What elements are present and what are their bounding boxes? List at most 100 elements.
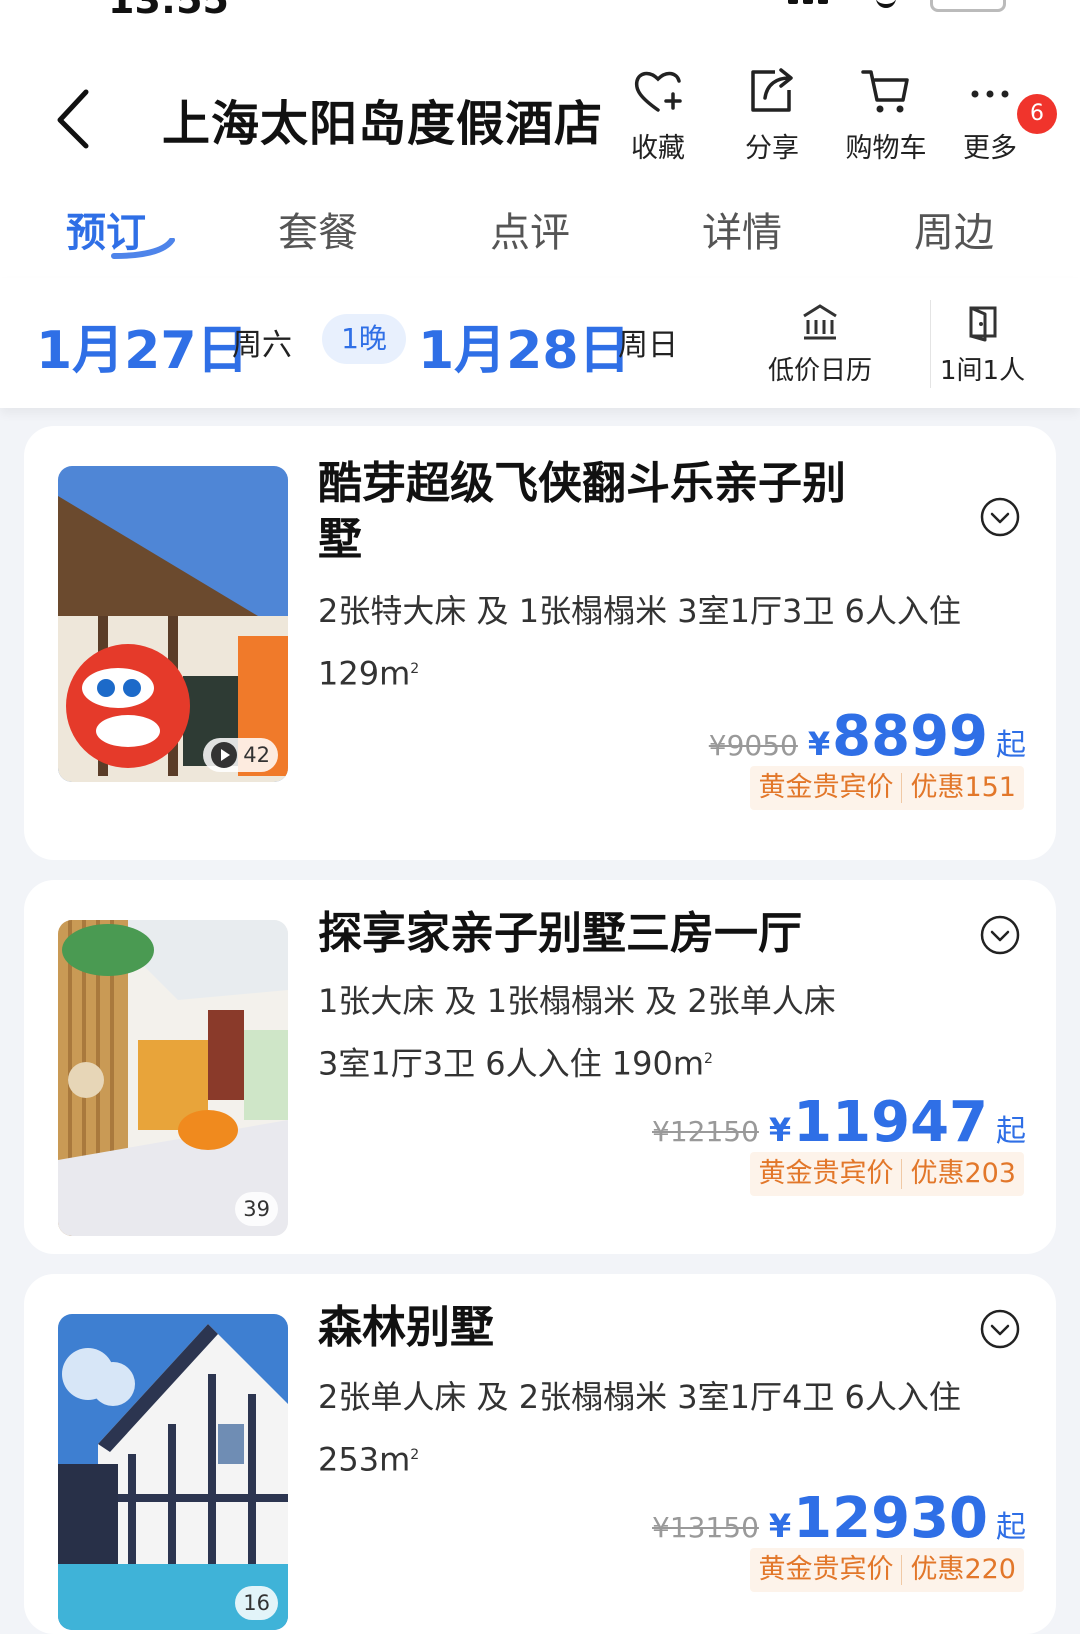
- room-photo-image: [58, 920, 288, 1236]
- favorite-label: 收藏: [631, 133, 685, 164]
- page-title: 上海太阳岛度假酒店: [162, 96, 604, 152]
- cart-label: 购物车: [845, 133, 927, 164]
- battery-icon: [930, 0, 1006, 12]
- media-count: 16: [235, 1586, 278, 1620]
- price-row: ¥13150 ¥ 12930 起: [652, 1486, 1026, 1551]
- media-count-value: 16: [243, 1591, 270, 1615]
- media-count-value: 39: [243, 1197, 270, 1221]
- room-name: 酷芽超级飞侠翻斗乐亲子别墅: [318, 456, 878, 568]
- room-name-line: 探享家亲子别墅三房一厅: [318, 908, 802, 959]
- play-icon: [211, 742, 238, 768]
- tab-bar: 预订 套餐 点评 详情 周边: [0, 190, 1080, 278]
- media-count: 39: [235, 1192, 278, 1226]
- price-suffix: 起: [996, 1510, 1026, 1545]
- tab-details[interactable]: 详情: [702, 200, 782, 258]
- member-discount-tag: 黄金贵宾价 优惠220: [750, 1548, 1024, 1592]
- tab-packages[interactable]: 套餐: [278, 200, 358, 258]
- share-icon: [751, 68, 793, 112]
- room-photo[interactable]: 16: [58, 1314, 288, 1630]
- date-selector: 1月27日 周六 1晚 1月28日 周日 低价日历 1间1人: [0, 278, 1080, 408]
- share-button[interactable]: 分享: [722, 64, 822, 165]
- room-card[interactable]: 16 森林别墅 2张单人床 及 2张榻榻米 3室1厅4卫 6人入住 253m2 ¥…: [24, 1274, 1056, 1634]
- room-name: 探享家亲子别墅三房一厅: [318, 906, 878, 962]
- media-count: 42: [203, 738, 278, 772]
- back-button[interactable]: [52, 84, 112, 154]
- divider: [901, 773, 903, 803]
- status-bar: 13:55: [0, 0, 1080, 40]
- member-price-label: 黄金贵宾价: [758, 772, 894, 803]
- checkout-date[interactable]: 1月28日: [418, 308, 631, 383]
- expand-button[interactable]: [979, 496, 1021, 538]
- divider: [901, 1159, 903, 1189]
- current-price: 11947: [793, 1090, 988, 1155]
- chevron-left-icon: [57, 89, 89, 149]
- room-guest-button[interactable]: 1间1人: [940, 302, 1025, 387]
- wifi-icon: [876, 0, 896, 8]
- room-name-line: 酷芽超级飞侠翻斗乐亲子别: [318, 458, 846, 509]
- currency-symbol: ¥: [768, 1111, 792, 1149]
- room-name-line: 墅: [318, 514, 362, 565]
- member-discount-tag: 黄金贵宾价 优惠203: [750, 1152, 1024, 1196]
- chevron-down-circle-icon: [980, 497, 1020, 537]
- more-label: 更多: [963, 133, 1017, 164]
- room-area: 129m: [318, 654, 411, 693]
- original-price: ¥9050: [708, 729, 798, 762]
- divider: [930, 300, 931, 388]
- door-icon: [969, 306, 997, 342]
- room-photo[interactable]: 39: [58, 920, 288, 1236]
- room-specs-line: 2张特大床 及 1张榻榻米 3室1厅3卫 6人入住: [318, 592, 961, 630]
- room-specs: 1张大床 及 1张榻榻米 及 2张单人床 3室1厅3卫 6人入住 190m2: [318, 982, 836, 1083]
- checkin-weekday: 周六: [232, 328, 292, 363]
- checkin-date[interactable]: 1月27日: [36, 308, 249, 383]
- low-price-calendar-button[interactable]: 低价日历: [768, 302, 872, 387]
- original-price: ¥13150: [652, 1511, 759, 1544]
- room-specs: 2张特大床 及 1张榻榻米 3室1厅3卫 6人入住 129m2: [318, 592, 961, 693]
- member-discount-tag: 黄金贵宾价 优惠151: [750, 766, 1024, 810]
- tab-nearby[interactable]: 周边: [914, 200, 994, 258]
- room-photo-image: [58, 1314, 288, 1630]
- chevron-down-circle-icon: [980, 915, 1020, 955]
- expand-button[interactable]: [979, 1308, 1021, 1350]
- divider: [901, 1555, 903, 1585]
- checkout-weekday: 周日: [618, 328, 678, 363]
- room-photo[interactable]: 42: [58, 466, 288, 782]
- room-photo-image: [58, 466, 288, 782]
- room-name-line: 森林别墅: [318, 1302, 494, 1353]
- room-name: 森林别墅: [318, 1300, 878, 1356]
- currency-symbol: ¥: [807, 725, 831, 763]
- cart-button[interactable]: 购物车: [836, 64, 936, 165]
- room-guest-label: 1间1人: [940, 356, 1026, 386]
- media-count-value: 42: [243, 743, 270, 767]
- current-price: 8899: [832, 704, 988, 769]
- tab-active-indicator: [111, 238, 175, 259]
- signal-icon: [788, 0, 848, 6]
- low-price-calendar-label: 低价日历: [768, 356, 873, 386]
- price-suffix: 起: [996, 728, 1026, 763]
- discount-amount: 优惠220: [910, 1554, 1016, 1585]
- room-specs-line: 2张单人床 及 2张榻榻米 3室1厅4卫 6人入住: [318, 1378, 961, 1416]
- chevron-down-circle-icon: [980, 1309, 1020, 1349]
- share-label: 分享: [745, 133, 799, 164]
- room-card[interactable]: 42 酷芽超级飞侠翻斗乐亲子别墅 2张特大床 及 1张榻榻米 3室1厅3卫 6人…: [24, 426, 1056, 860]
- price-calendar-icon: [803, 304, 837, 340]
- app-header: 上海太阳岛度假酒店 收藏 分享 购物车 更多 6: [0, 40, 1080, 190]
- discount-amount: 优惠151: [910, 772, 1016, 803]
- price-row: ¥12150 ¥ 11947 起: [652, 1090, 1026, 1155]
- member-price-label: 黄金贵宾价: [758, 1158, 894, 1189]
- more-icon: [971, 90, 1009, 98]
- room-card[interactable]: 39 探享家亲子别墅三房一厅 1张大床 及 1张榻榻米 及 2张单人床 3室1厅3…: [24, 880, 1056, 1254]
- expand-button[interactable]: [979, 914, 1021, 956]
- original-price: ¥12150: [652, 1115, 759, 1148]
- currency-symbol: ¥: [768, 1507, 792, 1545]
- member-price-label: 黄金贵宾价: [758, 1554, 894, 1585]
- nights-badge: 1晚: [322, 314, 406, 364]
- notification-badge: 6: [1017, 94, 1057, 134]
- price-suffix: 起: [996, 1114, 1026, 1149]
- favorite-button[interactable]: 收藏: [608, 64, 708, 165]
- room-specs: 2张单人床 及 2张榻榻米 3室1厅4卫 6人入住 253m2: [318, 1378, 961, 1479]
- current-price: 12930: [793, 1486, 988, 1551]
- room-area: 3室1厅3卫 6人入住 190m: [318, 1044, 705, 1083]
- cart-icon: [861, 70, 909, 113]
- tab-reviews[interactable]: 点评: [490, 200, 570, 258]
- room-specs-line: 1张大床 及 1张榻榻米 及 2张单人床: [318, 982, 836, 1020]
